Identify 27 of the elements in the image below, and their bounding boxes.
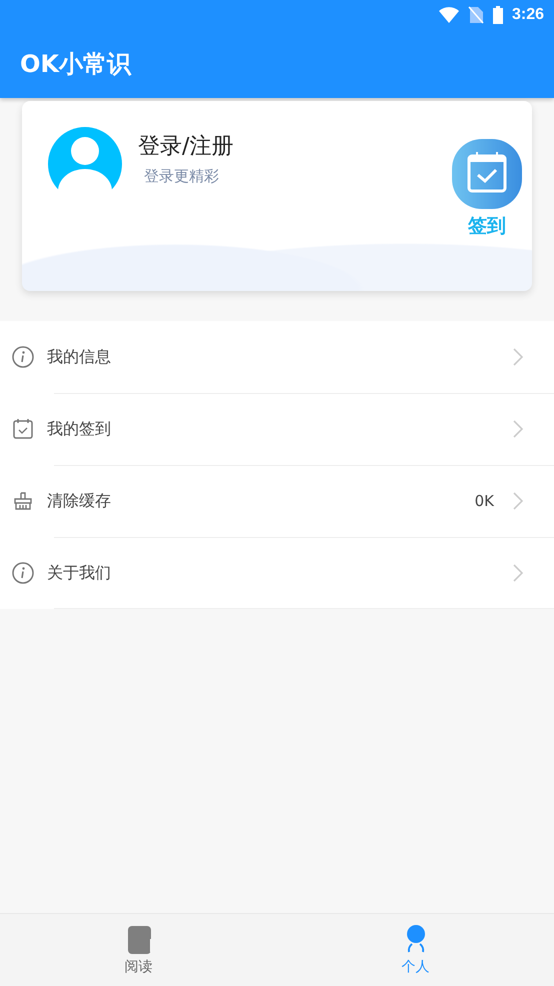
nav-tab[interactable]: 阅读 bbox=[0, 914, 277, 986]
battery-icon bbox=[492, 6, 504, 24]
chevron-icon bbox=[512, 419, 524, 439]
cache-size: 0K bbox=[474, 492, 494, 510]
avatar-icon[interactable] bbox=[48, 127, 122, 201]
menu-label: 清除缓存 bbox=[47, 490, 112, 512]
chevron-icon bbox=[512, 563, 524, 583]
info-icon bbox=[12, 346, 34, 368]
login-subtitle: 登录更精彩 bbox=[144, 167, 220, 186]
menu-item[interactable]: 我的签到 bbox=[0, 393, 554, 465]
menu-label: 关于我们 bbox=[47, 562, 112, 584]
menu-label: 我的信息 bbox=[47, 346, 112, 368]
calendar-icon bbox=[12, 418, 34, 440]
app-title: OK小常识 bbox=[19, 49, 132, 80]
menu-item[interactable]: 我的信息 bbox=[0, 321, 554, 393]
no-sim-icon bbox=[468, 6, 484, 24]
menu-item[interactable]: 关于我们 bbox=[0, 537, 554, 609]
menu-item[interactable]: 清除缓存 0K bbox=[0, 465, 554, 537]
calendar-icon bbox=[452, 139, 522, 209]
login-link[interactable]: 登录/注册 bbox=[138, 131, 234, 161]
broom-icon bbox=[12, 490, 34, 512]
chevron-icon bbox=[512, 491, 524, 511]
info-icon bbox=[12, 562, 34, 584]
status-time: 3:26 bbox=[512, 6, 544, 24]
wifi-icon bbox=[438, 6, 460, 24]
menu-label: 我的签到 bbox=[47, 418, 112, 440]
chevron-icon bbox=[512, 347, 524, 367]
